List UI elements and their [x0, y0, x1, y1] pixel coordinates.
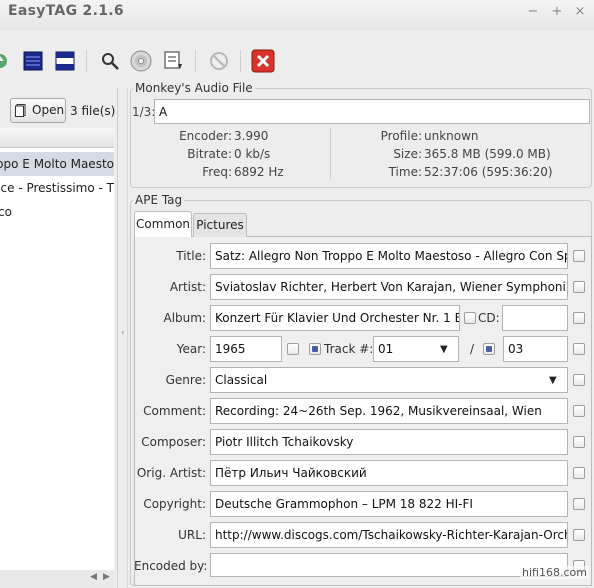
close-red-icon[interactable] — [250, 48, 276, 74]
copyright-label: Copyright: — [143, 497, 206, 511]
minimize-button[interactable]: − — [524, 3, 542, 21]
url-label: URL: — [178, 528, 206, 542]
scroll-right-icon[interactable]: ▶ — [103, 572, 110, 582]
tab-common[interactable]: Common — [134, 211, 192, 237]
artist-apply-checkbox[interactable] — [573, 281, 585, 293]
filename-field[interactable]: A — [154, 99, 590, 124]
open-button[interactable]: Open — [10, 98, 66, 123]
encoded-by-field[interactable] — [210, 553, 568, 577]
file-index: 1/3: — [132, 105, 156, 119]
toolbar-separator — [195, 50, 196, 72]
list-item[interactable]: oppo E Molto Maesto — [0, 152, 114, 176]
playlist-generate-icon[interactable] — [161, 48, 187, 74]
genre-combo[interactable]: Classical — [210, 367, 568, 393]
title-field[interactable]: Satz: Allegro Non Troppo E Molto Maestos… — [210, 243, 568, 269]
track-label: Track #: — [324, 342, 374, 356]
freq-label: Freq: — [202, 165, 232, 179]
toolbar-separator — [86, 50, 87, 72]
scroll-left-icon[interactable]: ◀ — [90, 572, 97, 582]
track-separator: / — [469, 342, 474, 356]
cddb-disc-icon[interactable] — [128, 48, 154, 74]
chevron-down-icon: ▼ — [549, 375, 557, 386]
horizontal-scrollbar[interactable]: ◀ ▶ — [0, 570, 114, 588]
copyright-apply-checkbox[interactable] — [573, 498, 585, 510]
artist-field[interactable]: Sviatoslav Richter, Herbert Von Karajan,… — [210, 274, 568, 300]
year-field[interactable]: 1965 — [210, 336, 282, 362]
orig-artist-label: Orig. Artist: — [136, 466, 206, 480]
orig-artist-apply-checkbox[interactable] — [573, 467, 585, 479]
cd-label: CD: — [478, 311, 500, 325]
maximize-button[interactable]: + — [548, 3, 566, 21]
composer-apply-checkbox[interactable] — [573, 436, 585, 448]
title-label: Title: — [176, 249, 206, 263]
album-field[interactable]: Konzert Für Klavier Und Orchester Nr. 1 … — [210, 305, 460, 331]
list-item-label: co — [0, 205, 12, 219]
encoded-by-label: Encoded by: — [134, 559, 208, 573]
bitrate-label: Bitrate: — [187, 147, 232, 161]
list-item-label: oppo E Molto Maesto — [0, 157, 114, 171]
size-value: 365.8 MB (599.0 MB) — [424, 147, 551, 161]
freq-value: 6892 Hz — [234, 165, 284, 179]
bitrate-value: 0 kb/s — [234, 147, 271, 161]
genre-label: Genre: — [165, 373, 206, 387]
comment-apply-checkbox[interactable] — [573, 405, 585, 417]
invert-selection-icon[interactable] — [52, 48, 78, 74]
document-icon — [15, 104, 26, 117]
track-apply-checkbox[interactable] — [573, 343, 585, 355]
tab-pictures[interactable]: Pictures — [193, 213, 247, 237]
comment-field[interactable]: Recording: 24~26th Sep. 1962, Musikverei… — [210, 398, 568, 424]
search-icon[interactable] — [97, 48, 123, 74]
toolbar — [0, 40, 594, 80]
file-count: 3 file(s) — [70, 104, 116, 118]
album-label: Album: — [163, 311, 207, 325]
composer-field[interactable]: Piotr Illitch Tchaikovsky — [210, 429, 568, 455]
file-browser-pane: Open 3 file(s) oppo E Molto Maesto plice… — [0, 88, 117, 588]
pane-splitter[interactable]: ‹ — [117, 88, 128, 588]
time-value: 52:37:06 (595:36:20) — [424, 165, 553, 179]
close-window-button[interactable]: × — [571, 3, 589, 21]
cd-field[interactable] — [502, 305, 568, 331]
window-title: EasyTAG 2.1.6 — [8, 3, 124, 19]
copyright-field[interactable]: Deutsche Grammophon – LPM 18 822 HI-FI — [210, 491, 568, 517]
year-apply-checkbox[interactable] — [287, 343, 299, 355]
list-item-label: plice - Prestissimo - T — [0, 181, 114, 195]
toolbar-separator — [240, 50, 241, 72]
track-total-field[interactable]: 03 — [503, 336, 568, 362]
album-apply-checkbox[interactable] — [464, 312, 476, 324]
window-titlebar: EasyTAG 2.1.6 − + × — [0, 0, 594, 30]
time-label: Time: — [388, 165, 422, 179]
composer-label: Composer: — [141, 435, 206, 449]
profile-label: Profile: — [380, 129, 422, 143]
artist-label: Artist: — [169, 280, 206, 294]
open-button-label: Open — [32, 103, 65, 117]
file-list[interactable]: oppo E Molto Maesto plice - Prestissimo … — [0, 148, 114, 578]
list-item[interactable]: plice - Prestissimo - T — [0, 176, 114, 200]
select-all-icon[interactable] — [20, 48, 46, 74]
genre-apply-checkbox[interactable] — [573, 374, 585, 386]
encoder-value: 3.990 — [234, 129, 269, 143]
url-apply-checkbox[interactable] — [573, 529, 585, 541]
title-apply-checkbox[interactable] — [573, 250, 585, 262]
tag-frame-title: APE Tag — [133, 193, 185, 207]
splitter-grip-icon: ‹ — [121, 328, 125, 338]
cd-apply-checkbox[interactable] — [573, 312, 585, 324]
file-info-title: Monkey's Audio File — [133, 81, 255, 95]
stop-icon[interactable] — [206, 48, 232, 74]
file-list-header[interactable] — [0, 128, 114, 148]
track-total-toggle[interactable] — [483, 343, 495, 355]
comment-label: Comment: — [143, 404, 206, 418]
orig-artist-field[interactable]: Пётр Ильич Чайковский — [210, 460, 568, 486]
list-item[interactable]: co — [0, 200, 114, 224]
year-label: Year: — [176, 342, 206, 356]
info-separator — [330, 128, 331, 180]
profile-value: unknown — [424, 129, 479, 143]
url-field[interactable]: http://www.discogs.com/Tschaikowsky-Rich… — [210, 522, 568, 548]
scan-icon[interactable] — [0, 48, 14, 74]
track-number-toggle[interactable] — [309, 343, 321, 355]
chevron-down-icon: ▼ — [440, 344, 448, 355]
watermark: hifi168.com — [520, 566, 589, 579]
encoder-label: Encoder: — [179, 129, 232, 143]
size-label: Size: — [393, 147, 422, 161]
